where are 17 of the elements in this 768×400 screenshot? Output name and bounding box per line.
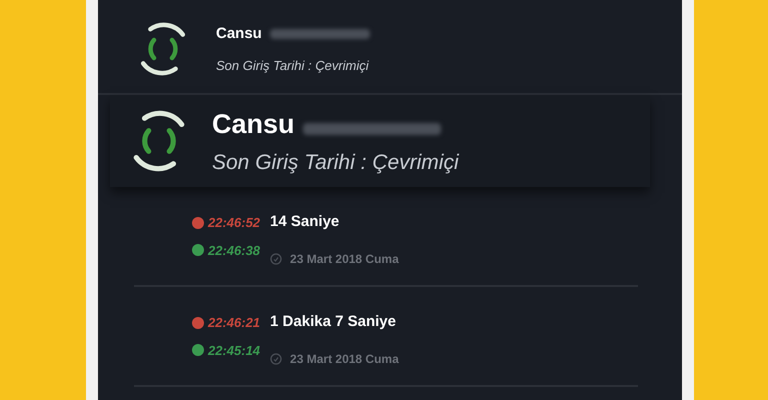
- call-date: 23 Mart 2018 Cuma: [290, 350, 399, 368]
- end-time: 22:46:52: [208, 214, 260, 232]
- call-date: 23 Mart 2018 Cuma: [290, 250, 399, 268]
- contact-card[interactable]: Cansu Son Giriş Tarihi : Çevrimiçi: [110, 95, 650, 187]
- start-time: 22:45:14: [208, 342, 260, 360]
- end-time: 22:46:21: [208, 314, 260, 332]
- last-login-text: Son Giriş Tarihi : Çevrimiçi: [212, 150, 459, 176]
- call-duration: 14 Saniye: [270, 212, 340, 232]
- status-dot: [192, 316, 204, 329]
- status-dot: [192, 344, 204, 356]
- status-dot: [192, 216, 204, 229]
- call-duration: 1 Dakika 7 Saniye: [270, 312, 397, 332]
- last-login-text: Son Giriş Tarihi : Çevrimiçi: [216, 56, 370, 75]
- contact-name: Cansu: [212, 109, 295, 139]
- status-dot: [192, 244, 204, 256]
- start-time: 22:46:38: [208, 242, 260, 260]
- contact-name: Cansu: [216, 24, 262, 42]
